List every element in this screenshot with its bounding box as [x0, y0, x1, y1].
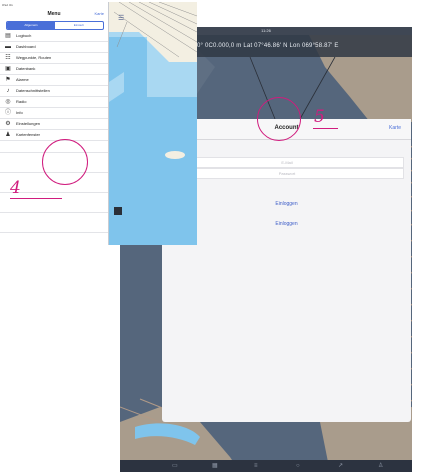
- menu-item-alarms[interactable]: ⚑ Alarme: [0, 75, 108, 86]
- email-field[interactable]: E-Mail: [170, 157, 404, 168]
- account-modal: Account Karte E-Mail Passwort Einloggen …: [162, 119, 411, 422]
- menu-item-account[interactable]: ♟ Kartenfenster: [0, 130, 108, 141]
- menu-item-label: Einstellungen: [16, 121, 41, 126]
- menu-icon[interactable]: ▭: [172, 462, 178, 470]
- step-4-highlight-circle: [42, 139, 88, 185]
- layers-icon[interactable]: ≡: [254, 462, 258, 470]
- bottom-tab-bar: ▭ ▦ ≡ ○ ↗ ♙: [120, 460, 412, 472]
- menu-title: Menu: [47, 11, 61, 17]
- menu-item-label: Kartenfenster: [16, 132, 41, 137]
- info-icon[interactable]: ○: [296, 462, 300, 470]
- waypoint-icon: ☷: [5, 55, 11, 61]
- route-icon[interactable]: ↗: [338, 462, 343, 470]
- segment-settings[interactable]: Einstell.: [55, 22, 103, 29]
- menu-item-info[interactable]: ⓘ Info: [0, 108, 108, 119]
- step-4-underline: [10, 198, 62, 199]
- register-link[interactable]: Einloggen: [162, 221, 411, 227]
- menu-divider: [0, 212, 108, 213]
- password-field[interactable]: Passwort: [170, 168, 404, 179]
- menu-item-label: Alarme: [16, 77, 29, 82]
- step-5-number: 5: [314, 107, 325, 127]
- account-icon: ♟: [5, 132, 11, 138]
- step-5-highlight-circle: [257, 97, 301, 141]
- menu-item-settings[interactable]: ⚙ Einstellungen: [0, 119, 108, 130]
- menu-item-label: Dashboard: [16, 44, 36, 49]
- segmented-control: Allgemein Einstell.: [6, 21, 104, 30]
- sensor-icon: ♪: [6, 88, 10, 94]
- step-5-underline: [313, 128, 338, 129]
- small-ipad-screenshot: ☰ iPad 4G Menu Karte Allgemein Einstell.…: [0, 2, 197, 245]
- map-close-button[interactable]: Karte: [389, 125, 401, 131]
- database-icon: ▣: [5, 66, 11, 72]
- carrier-label: iPad 4G: [2, 3, 13, 7]
- segment-general[interactable]: Allgemein: [7, 22, 55, 29]
- small-chart-map[interactable]: [109, 2, 197, 245]
- settings-icon: ⚙: [5, 121, 11, 127]
- step-4-number: 4: [10, 178, 21, 198]
- grid-icon[interactable]: ▦: [212, 462, 218, 470]
- menu-item-waypoints[interactable]: ☷ Wegpunkte, Routen: [0, 53, 108, 64]
- menu-item-label: Datenschnittstellen: [16, 88, 50, 93]
- menu-item-interfaces[interactable]: ♪ Datenschnittstellen: [0, 86, 108, 97]
- menu-item-label: Info: [16, 110, 23, 115]
- menu-item-database[interactable]: ▣ Datenbank: [0, 64, 108, 75]
- info-icon: ⓘ: [4, 110, 11, 116]
- menu-item-label: Radio: [16, 99, 27, 104]
- person-icon[interactable]: ♙: [378, 462, 383, 470]
- radio-icon: ◎: [5, 99, 11, 105]
- menu-list-icon[interactable]: ☰: [118, 14, 124, 22]
- menu-divider: [0, 232, 108, 233]
- login-link[interactable]: Einloggen: [162, 201, 411, 207]
- logbook-icon: ▤: [5, 33, 11, 39]
- alarm-icon: ⚑: [5, 77, 11, 83]
- menu-item-logbook[interactable]: ▤ Logbuch: [0, 31, 108, 42]
- menu-item-label: Logbuch: [16, 33, 32, 38]
- menu-item-radio[interactable]: ◎ Radio: [0, 97, 108, 108]
- status-bar-left: iPad 4G: [0, 2, 110, 9]
- side-menu: iPad 4G Menu Karte Allgemein Einstell. ▤…: [0, 2, 109, 245]
- menu-item-label: Datenbank: [16, 66, 36, 71]
- status-time: 11:26: [261, 28, 271, 33]
- menu-item-label: Wegpunkte, Routen: [16, 55, 52, 60]
- menu-item-dashboard[interactable]: ▬ Dashboard: [0, 42, 108, 53]
- dashboard-icon: ▬: [5, 44, 11, 50]
- menu-close-button[interactable]: Karte: [94, 11, 104, 16]
